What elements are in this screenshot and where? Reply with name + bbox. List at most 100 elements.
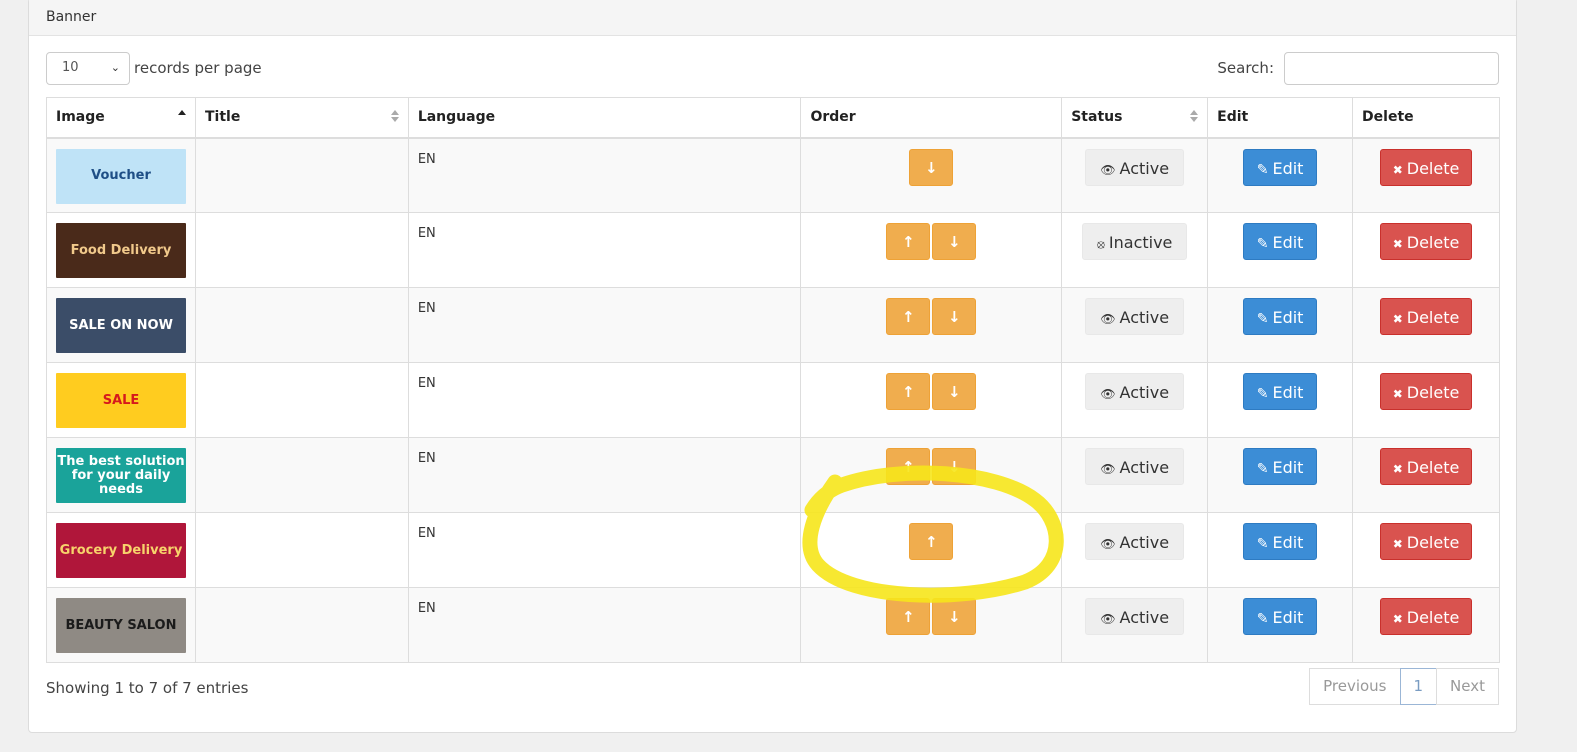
edit-button[interactable]: ✎ Edit [1242, 148, 1318, 186]
close-icon: ✖ [1392, 237, 1403, 251]
status-toggle-button[interactable]: ⦻ Inactive [1081, 223, 1188, 260]
order-cell: ↑ ↓ [800, 587, 1063, 663]
language-cell: EN [407, 362, 802, 438]
move-down-button[interactable]: ↓ [932, 223, 977, 260]
status-label: Inactive [1108, 233, 1173, 252]
delete-cell: ✖ Delete [1352, 287, 1500, 363]
delete-button[interactable]: ✖ Delete [1379, 448, 1473, 485]
column-header-label: Order [810, 109, 856, 126]
edit-button[interactable]: ✎ Edit [1242, 373, 1318, 410]
search-input[interactable] [1284, 52, 1499, 85]
edit-button[interactable]: ✎ Edit [1242, 598, 1318, 635]
arrow-up-icon: ↑ [902, 458, 915, 476]
delete-button[interactable]: ✖ Delete [1379, 223, 1473, 260]
arrow-down-icon: ↓ [925, 158, 938, 177]
banner-thumbnail[interactable]: Grocery Delivery [56, 523, 186, 578]
status-cell: 👁 Active [1061, 137, 1209, 213]
edit-label: Edit [1272, 533, 1304, 552]
status-toggle-button[interactable]: 👁 Active [1085, 448, 1185, 485]
column-header-image[interactable]: Image [46, 97, 196, 139]
previous-page-button[interactable]: Previous [1309, 668, 1401, 705]
move-up-button[interactable]: ↑ [909, 523, 954, 560]
status-toggle-button[interactable]: 👁 Active [1085, 298, 1185, 335]
column-header-status[interactable]: Status [1061, 97, 1209, 139]
order-cell: ↑ [800, 512, 1063, 588]
table-row: Grocery Delivery EN ↑ 👁 Active ✎ Edit ✖ Delete [46, 512, 1500, 588]
move-down-button[interactable]: ↓ [932, 598, 977, 635]
table-row: Food Delivery EN ↑ ↓ ⦻ Inactive ✎ Edit ✖ Delete [46, 212, 1500, 288]
scrollbar[interactable] [1568, 0, 1577, 752]
pencil-icon: ✎ [1256, 311, 1269, 327]
edit-button[interactable]: ✎ Edit [1242, 523, 1318, 560]
status-toggle-button[interactable]: 👁 Active [1085, 148, 1185, 186]
sort-icon [178, 110, 186, 115]
delete-button[interactable]: ✖ Delete [1379, 298, 1473, 335]
page-button-1[interactable]: 1 [1399, 668, 1438, 705]
next-page-button[interactable]: Next [1436, 668, 1499, 705]
banner-thumbnail[interactable]: BEAUTY SALON [56, 598, 186, 653]
status-toggle-button[interactable]: 👁 Active [1085, 523, 1185, 560]
move-up-button[interactable]: ↑ [886, 598, 931, 635]
banner-thumbnail[interactable]: The best solution for your daily needs [56, 448, 186, 503]
move-down-button[interactable]: ↓ [932, 298, 977, 335]
title-cell [195, 287, 409, 363]
table-toolbar: 10 ⌄ records per page Search: [46, 52, 1499, 86]
column-header-title[interactable]: Title [195, 97, 409, 139]
delete-label: Delete [1406, 308, 1460, 327]
title-cell [195, 212, 409, 288]
eye-icon: 👁 [1100, 537, 1116, 551]
table-info: Showing 1 to 7 of 7 entries [46, 679, 249, 697]
move-down-button[interactable]: ↓ [909, 148, 954, 186]
banner-thumbnail[interactable]: Voucher [56, 148, 186, 204]
banner-thumbnail[interactable]: SALE [56, 373, 186, 428]
move-up-button[interactable]: ↑ [886, 223, 931, 260]
table-row: BEAUTY SALON EN ↑ ↓ 👁 Active ✎ Edit ✖ Delete [46, 587, 1500, 663]
delete-button[interactable]: ✖ Delete [1379, 373, 1473, 410]
pencil-icon: ✎ [1256, 236, 1269, 252]
status-cell: 👁 Active [1061, 287, 1209, 363]
status-cell: 👁 Active [1061, 362, 1209, 438]
arrow-down-icon: ↓ [948, 458, 961, 476]
move-up-button[interactable]: ↑ [886, 373, 931, 410]
language-cell: EN [407, 587, 802, 663]
edit-label: Edit [1272, 158, 1304, 178]
move-up-button[interactable]: ↑ [886, 298, 931, 335]
pencil-icon: ✎ [1256, 461, 1269, 477]
status-cell: ⦻ Inactive [1061, 212, 1209, 288]
edit-button[interactable]: ✎ Edit [1242, 223, 1318, 260]
edit-cell: ✎ Edit [1207, 437, 1354, 513]
column-header-language: Language [407, 97, 802, 139]
move-up-button[interactable]: ↑ [886, 448, 931, 485]
language-cell: EN [407, 437, 802, 513]
delete-cell: ✖ Delete [1352, 362, 1500, 438]
edit-button[interactable]: ✎ Edit [1242, 448, 1318, 485]
delete-button[interactable]: ✖ Delete [1379, 523, 1473, 560]
edit-label: Edit [1272, 383, 1304, 402]
status-toggle-button[interactable]: 👁 Active [1085, 598, 1185, 635]
title-cell [195, 362, 409, 438]
status-toggle-button[interactable]: 👁 Active [1085, 373, 1185, 410]
edit-cell: ✎ Edit [1207, 362, 1354, 438]
arrow-up-icon: ↑ [902, 608, 915, 626]
banner-thumbnail[interactable]: SALE ON NOW [56, 298, 186, 353]
eye-icon: 👁 [1100, 387, 1116, 401]
delete-label: Delete [1406, 158, 1460, 178]
edit-label: Edit [1272, 608, 1304, 627]
title-cell [195, 137, 409, 213]
records-per-page-value: 10 [62, 60, 79, 75]
delete-button[interactable]: ✖ Delete [1379, 148, 1473, 186]
records-per-page-select[interactable]: 10 ⌄ [46, 52, 130, 85]
edit-button[interactable]: ✎ Edit [1242, 298, 1318, 335]
move-down-button[interactable]: ↓ [932, 373, 977, 410]
column-header-edit: Edit [1207, 97, 1354, 139]
delete-button[interactable]: ✖ Delete [1379, 598, 1473, 635]
eye-icon: 👁 [1100, 612, 1116, 626]
move-down-button[interactable]: ↓ [932, 448, 977, 485]
status-label: Active [1119, 158, 1170, 178]
banner-thumbnail[interactable]: Food Delivery [56, 223, 186, 278]
arrow-down-icon: ↓ [948, 308, 961, 326]
delete-label: Delete [1406, 608, 1460, 627]
eye-icon: 👁 [1100, 462, 1116, 476]
edit-label: Edit [1272, 233, 1304, 252]
language-cell: EN [407, 512, 802, 588]
